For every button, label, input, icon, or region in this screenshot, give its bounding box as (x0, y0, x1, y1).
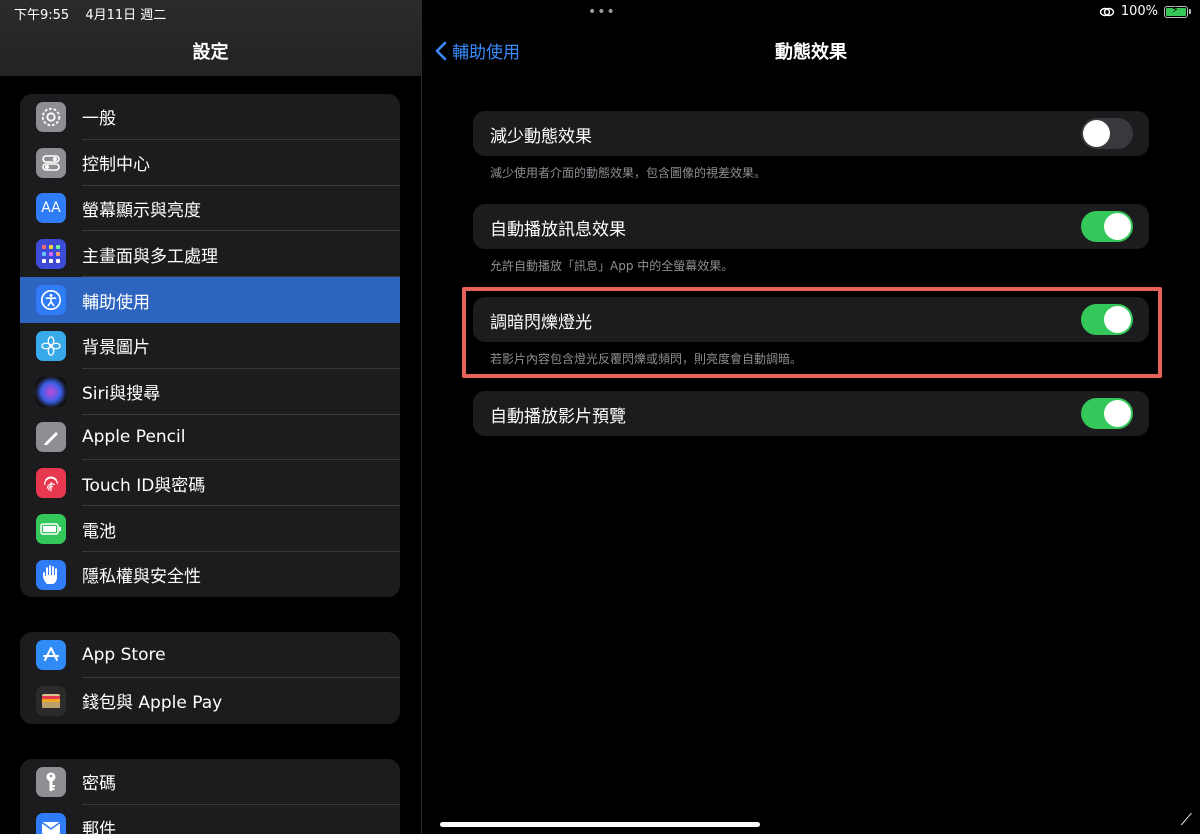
highlight-annotation-box (462, 287, 1162, 378)
sidebar-item-accessibility[interactable]: 輔助使用 (20, 277, 400, 323)
wallet-icon (36, 685, 66, 716)
sidebar-item-label: 一般 (82, 109, 116, 130)
setting-auto-play-video-previews: 自動播放影片預覽 (473, 391, 1149, 436)
sidebar-item-label: 郵件 (82, 820, 116, 834)
status-date: 4月11日 週二 (85, 8, 167, 23)
sidebar-item-label: 輔助使用 (82, 292, 150, 313)
sidebar-item-label: 隱私權與安全性 (82, 567, 201, 588)
sidebar: 下午9:55 4月11日 週二 設定 一般 控制中心 AA 螢幕顯示與亮度 主畫… (0, 0, 421, 834)
home-indicator[interactable] (440, 822, 760, 827)
multitask-dots[interactable]: ••• (588, 4, 616, 20)
status-bar-left: 下午9:55 4月11日 週二 (14, 4, 178, 23)
auto-play-message-effects-toggle[interactable] (1081, 211, 1133, 242)
sidebar-item-general[interactable]: 一般 (20, 94, 400, 140)
reduce-motion-toggle[interactable] (1081, 118, 1133, 149)
pencil-corner-icon[interactable]: ⟋ (1181, 810, 1192, 830)
sidebar-item-control-center[interactable]: 控制中心 (20, 140, 400, 186)
sidebar-item-label: Apple Pencil (82, 427, 186, 448)
sidebar-item-privacy[interactable]: 隱私權與安全性 (20, 552, 400, 597)
setting-label: 減少動態效果 (490, 127, 592, 147)
sidebar-item-mail[interactable]: 郵件 (20, 805, 400, 834)
settings-group-main: 一般 控制中心 AA 螢幕顯示與亮度 主畫面與多工處理 輔助使用 背景圖片 Si… (20, 94, 400, 597)
sidebar-item-label: 主畫面與多工處理 (82, 246, 218, 267)
sidebar-item-home-screen[interactable]: 主畫面與多工處理 (20, 231, 400, 278)
sidebar-item-label: 電池 (82, 521, 116, 542)
setting-label: 自動播放訊息效果 (490, 220, 626, 240)
mail-icon (36, 812, 66, 834)
link-icon (1099, 7, 1115, 16)
sidebar-header: 下午9:55 4月11日 週二 設定 (0, 0, 421, 76)
sidebar-item-wallpaper[interactable]: 背景圖片 (20, 323, 400, 369)
battery-status-icon: ⚡ (1164, 3, 1191, 18)
gear-icon (36, 101, 66, 132)
page-title: 動態效果 (775, 42, 847, 63)
sidebar-item-label: 錢包與 Apple Pay (82, 693, 223, 714)
hand-icon (36, 559, 66, 590)
text-size-icon: AA (36, 193, 66, 224)
sidebar-item-app-store[interactable]: App Store (20, 632, 400, 678)
setting-label: 自動播放影片預覽 (490, 407, 626, 427)
sidebar-title: 設定 (192, 42, 229, 63)
sidebar-item-label: 密碼 (82, 774, 116, 795)
auto-play-video-previews-toggle[interactable] (1081, 398, 1133, 429)
grid-icon (36, 239, 66, 270)
settings-group-store: App Store 錢包與 Apple Pay (20, 632, 400, 724)
app-store-icon (36, 639, 66, 670)
pencil-icon (36, 422, 66, 453)
sidebar-item-label: 控制中心 (82, 155, 150, 176)
sidebar-item-label: Touch ID與密碼 (82, 475, 206, 496)
accessibility-icon (36, 285, 66, 316)
settings-group-accounts: 密碼 郵件 (20, 759, 400, 834)
sidebar-item-label: App Store (82, 644, 166, 665)
sidebar-item-label: 螢幕顯示與亮度 (82, 200, 201, 221)
sidebar-item-display[interactable]: AA 螢幕顯示與亮度 (20, 186, 400, 232)
sidebar-item-apple-pencil[interactable]: Apple Pencil (20, 415, 400, 461)
sidebar-item-touch-id[interactable]: Touch ID與密碼 (20, 460, 400, 507)
sidebar-item-label: Siri與搜尋 (82, 384, 161, 405)
setting-reduce-motion: 減少動態效果 (473, 111, 1149, 156)
battery-percent: 100% (1120, 4, 1158, 19)
siri-icon (36, 376, 66, 407)
setting-auto-play-message-effects: 自動播放訊息效果 (473, 204, 1149, 249)
status-bar-right: 100% ⚡ (1099, 3, 1191, 19)
setting-footnote: 減少使用者介面的動態效果，包含圖像的視差效果。 (490, 166, 767, 180)
key-icon (36, 766, 66, 797)
setting-footnote: 允許自動播放「訊息」App 中的全螢幕效果。 (490, 259, 734, 273)
status-time: 下午9:55 (14, 8, 70, 23)
detail-panel: ••• 100% ⚡ 輔助使用 動態效果 減少動態效果 減少使用者介面的動態效果… (422, 0, 1200, 834)
battery-icon (36, 514, 66, 545)
flower-icon (36, 330, 66, 361)
switches-icon (36, 147, 66, 178)
sidebar-item-wallet[interactable]: 錢包與 Apple Pay (20, 678, 400, 724)
sidebar-item-passwords[interactable]: 密碼 (20, 759, 400, 805)
sidebar-item-label: 背景圖片 (82, 338, 150, 359)
sidebar-item-battery[interactable]: 電池 (20, 506, 400, 552)
fingerprint-icon (36, 468, 66, 499)
sidebar-item-siri[interactable]: Siri與搜尋 (20, 369, 400, 415)
